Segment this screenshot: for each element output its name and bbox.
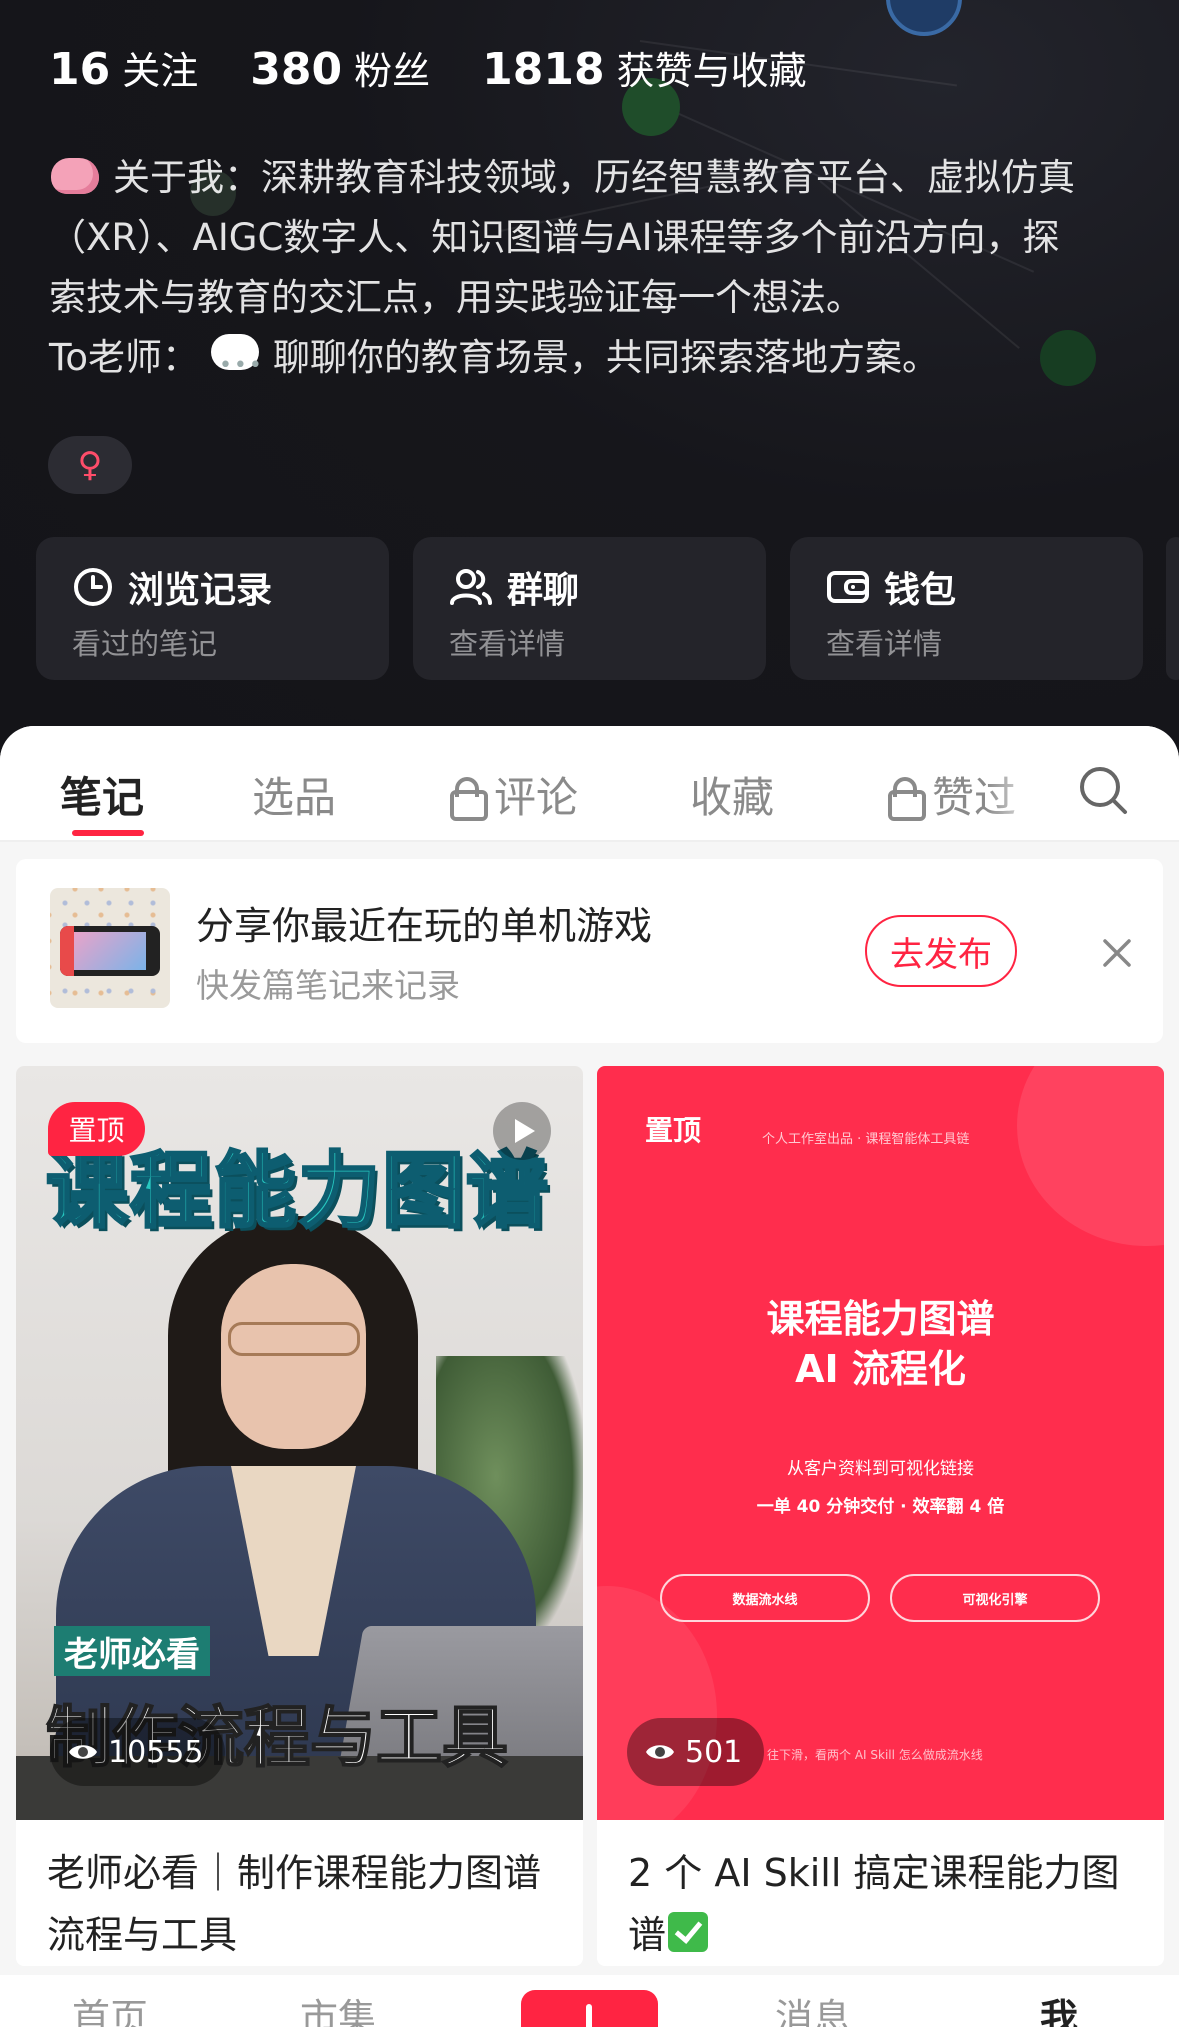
lock-icon	[888, 776, 926, 821]
active-tab-indicator	[72, 830, 144, 836]
tab-selection[interactable]: 选品	[252, 764, 336, 825]
add-note-button[interactable]	[521, 1990, 658, 2027]
clock-icon	[74, 568, 112, 606]
bio-line: To老师： 聊聊你的教育场景，共同探索落地方案。	[49, 328, 1149, 396]
cover-top-text: 个人工作室出品 · 课程智能体工具链	[762, 1132, 970, 1147]
cover-tag: 老师必看	[54, 1626, 210, 1676]
tab-label: 选品	[252, 773, 337, 822]
followers-stat[interactable]: 380 粉丝	[250, 40, 430, 95]
cover-pill: 可视化引擎	[890, 1574, 1100, 1622]
followers-label: 粉丝	[354, 49, 431, 93]
view-count-value: 501	[685, 1734, 743, 1770]
tab-comments[interactable]: 评论	[450, 764, 578, 825]
graph-node	[886, 0, 962, 36]
pinned-badge: 置顶	[48, 1102, 145, 1156]
tab-label: 笔记	[60, 773, 145, 822]
check-mark-icon	[668, 1912, 709, 1952]
speech-bubble-emoji-icon	[210, 334, 264, 396]
cover-heading: 课程能力图谱	[766, 1297, 995, 1341]
bio-text: 聊聊你的教育场景，共同探索落地方案。	[272, 336, 939, 379]
cover-footer: 往下滑，看两个 AI Skill 怎么做成流水线	[767, 1748, 983, 1762]
history-title: 浏览记录	[128, 570, 273, 611]
gender-badge: ♀	[48, 436, 132, 494]
group-icon	[450, 569, 492, 605]
profile-header: 16 关注 380 粉丝 1818 获赞与收藏 关于我：深耕教育科技领域，历经智…	[0, 0, 1179, 760]
note-caption: 老师必看｜制作课程能力图谱流程与工具	[47, 1851, 542, 1957]
game-thumbnail	[50, 888, 170, 1008]
group-chat-card[interactable]: 群聊 查看详情	[413, 537, 766, 680]
brain-emoji-icon	[49, 156, 101, 196]
promo-title: 分享你最近在玩的单机游戏	[196, 904, 653, 948]
publish-button[interactable]: 去发布	[865, 915, 1017, 987]
group-chat-subtitle: 查看详情	[449, 627, 566, 661]
following-stat[interactable]: 16 关注	[49, 40, 198, 95]
note-card[interactable]: 课程能力图谱 老师必看 制作流程与工具 置顶 10555 老师必看｜制作课程能力…	[16, 1066, 583, 1966]
note-caption: 2 个 AI Skill 搞定课程能力图谱	[628, 1842, 1148, 1966]
search-icon[interactable]	[1075, 762, 1131, 818]
view-count: 10555	[50, 1718, 226, 1786]
nav-market[interactable]: 市集	[300, 1987, 376, 2027]
cover-line-1: 从客户资料到可视化链接	[787, 1459, 974, 1479]
more-card-edge[interactable]	[1166, 537, 1179, 680]
publish-prompt-card[interactable]: 分享你最近在玩的单机游戏 快发篇笔记来记录 去发布	[16, 859, 1163, 1043]
likes-label: 获赞与收藏	[616, 49, 807, 93]
wallet-subtitle: 查看详情	[826, 627, 943, 661]
wallet-title: 钱包	[884, 570, 957, 611]
nav-home[interactable]: 首页	[72, 1987, 148, 2027]
likes-count: 1818	[482, 44, 605, 95]
eye-icon	[69, 1745, 97, 1759]
profile-stats: 16 关注 380 粉丝 1818 获赞与收藏	[49, 40, 859, 100]
tab-label: 收藏	[690, 773, 775, 822]
bio-line: （XR）、AIGC数字人、知识图谱与AI课程等多个前沿方向，探	[49, 216, 1060, 259]
tab-favorites[interactable]: 收藏	[690, 764, 774, 825]
note-cover: 置顶 个人工作室出品 · 课程智能体工具链 课程能力图谱 AI 流程化 从客户资…	[597, 1066, 1164, 1820]
tab-fade	[985, 746, 1045, 826]
likes-stat[interactable]: 1818 获赞与收藏	[482, 40, 806, 95]
bio-line: 关于我：深耕教育科技领域，历经智慧教育平台、虚拟仿真	[49, 148, 1149, 208]
bio-line: 索技术与教育的交汇点，用实践验证每一个想法。	[49, 276, 863, 319]
cover-pill: 数据流水线	[660, 1574, 870, 1622]
profile-bio[interactable]: 关于我：深耕教育科技领域，历经智慧教育平台、虚拟仿真 （XR）、AIGC数字人、…	[49, 148, 1149, 396]
view-count-value: 10555	[108, 1734, 204, 1770]
cover-line-2: 一单 40 分钟交付 · 效率翻 4 倍	[756, 1497, 1005, 1517]
bio-text: To老师：	[49, 336, 199, 379]
group-chat-title: 群聊	[507, 570, 580, 611]
wallet-card[interactable]: 钱包 查看详情	[790, 537, 1143, 680]
bio-text: 关于我：深耕教育科技领域，历经智慧教育平台、虚拟仿真	[113, 156, 1075, 199]
following-count: 16	[49, 44, 111, 95]
cover-heading-2: AI 流程化	[795, 1347, 966, 1391]
wallet-icon	[827, 571, 869, 603]
lock-icon	[450, 776, 488, 821]
play-icon	[493, 1102, 551, 1160]
nav-me[interactable]: 我	[1040, 1987, 1078, 2027]
content-sheet: 笔记 选品 评论 收藏 赞过 分享你最近在玩的单机游戏 快发篇笔记来记录 去发布	[0, 726, 1179, 2027]
tab-label: 评论	[494, 773, 579, 822]
nav-messages[interactable]: 消息	[775, 1987, 851, 2027]
following-label: 关注	[122, 49, 199, 93]
eye-icon	[646, 1745, 674, 1759]
history-card[interactable]: 浏览记录 看过的笔记	[36, 537, 389, 680]
female-icon: ♀	[77, 445, 103, 485]
note-cover: 课程能力图谱 老师必看 制作流程与工具 置顶 10555	[16, 1066, 583, 1820]
pinned-badge: 置顶	[645, 1114, 702, 1147]
promo-subtitle: 快发篇笔记来记录	[196, 966, 460, 1005]
view-count: 501	[627, 1718, 765, 1786]
tab-notes[interactable]: 笔记	[60, 764, 144, 825]
close-icon[interactable]	[1099, 935, 1135, 971]
history-subtitle: 看过的笔记	[72, 627, 218, 661]
profile-tabs: 笔记 选品 评论 收藏 赞过	[0, 726, 1179, 842]
note-card[interactable]: 置顶 个人工作室出品 · 课程智能体工具链 课程能力图谱 AI 流程化 从客户资…	[597, 1066, 1164, 1966]
followers-count: 380	[250, 44, 343, 95]
